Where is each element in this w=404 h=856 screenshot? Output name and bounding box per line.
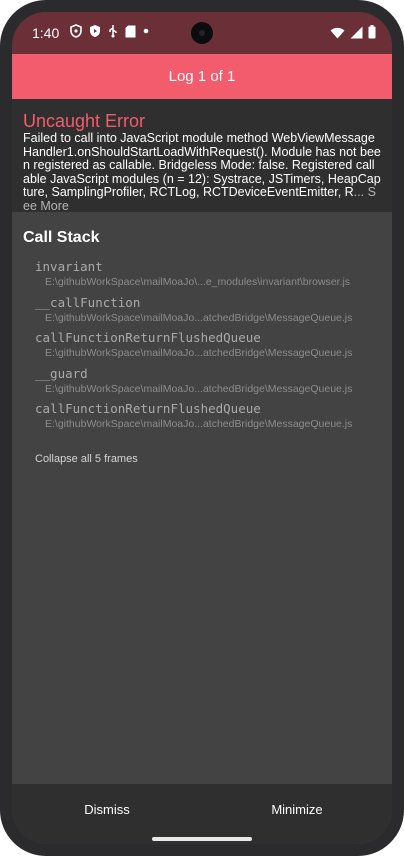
error-title: Uncaught Error <box>23 111 146 131</box>
frame-function-name: invariant <box>35 259 103 274</box>
error-message-text: Failed to call into JavaScript module me… <box>23 131 381 199</box>
sd-card-icon <box>125 25 136 38</box>
frame-file-path: E:\githubWorkSpace\mailMoaJo...atchedBri… <box>45 347 353 359</box>
status-icons-right <box>330 25 376 44</box>
shield-play-icon <box>89 24 101 38</box>
error-section: Uncaught Error Failed to call into JavaS… <box>12 99 392 212</box>
log-header: Log 1 of 1 <box>12 54 392 99</box>
screen: 1:40 Log 1 of 1 Uncaught Error Failed to… <box>12 12 392 844</box>
dismiss-button[interactable]: Dismiss <box>12 802 202 817</box>
device-frame: 1:40 Log 1 of 1 Uncaught Error Failed to… <box>0 0 404 856</box>
status-icons-left <box>70 24 149 38</box>
error-ellipsis: ... <box>353 185 365 199</box>
vpn-shield-icon <box>70 24 82 38</box>
error-message[interactable]: Failed to call into JavaScript module me… <box>23 131 381 212</box>
dot-icon <box>143 28 149 34</box>
status-bar: 1:40 <box>12 12 392 54</box>
call-stack-section: Call Stack invariant E:\githubWorkSpace\… <box>12 212 392 784</box>
minimize-button[interactable]: Minimize <box>202 802 392 817</box>
frame-function-name: callFunctionReturnFlushedQueue <box>35 330 261 345</box>
status-time: 1:40 <box>32 25 60 41</box>
battery-icon <box>368 25 376 44</box>
stack-frame[interactable]: __guard E:\githubWorkSpace\mailMoaJo...a… <box>35 366 380 402</box>
frame-file-path: E:\githubWorkSpace\mailMoaJo...atchedBri… <box>45 382 353 395</box>
stack-frame[interactable]: __callFunction E:\githubWorkSpace\mailMo… <box>35 295 380 331</box>
cellular-signal-icon <box>350 26 363 44</box>
collapse-frames-button[interactable]: Collapse all 5 frames <box>35 453 138 465</box>
stack-frame[interactable]: callFunctionReturnFlushedQueue E:\github… <box>35 330 380 366</box>
call-stack-title: Call Stack <box>23 229 100 246</box>
frame-file-path: E:\githubWorkSpace\mailMoaJo...atchedBri… <box>45 311 353 324</box>
log-header-title: Log 1 of 1 <box>168 68 236 85</box>
wifi-icon <box>330 26 345 44</box>
usb-debug-icon <box>108 24 118 38</box>
frame-function-name: __callFunction <box>35 294 141 310</box>
frame-file-path: E:\githubWorkSpace\mailMoaJo...atchedBri… <box>45 418 353 430</box>
front-camera <box>191 22 213 44</box>
stack-frame[interactable]: callFunctionReturnFlushedQueue E:\github… <box>35 401 380 437</box>
frame-file-path: E:\githubWorkSpace\mailMoaJo\...e_module… <box>45 276 351 288</box>
footer-bar: Dismiss Minimize <box>12 784 392 844</box>
frame-function-name: callFunctionReturnFlushedQueue <box>35 401 261 416</box>
frame-function-name: __guard <box>35 365 88 381</box>
gesture-nav-handle[interactable] <box>152 837 252 841</box>
call-stack-frames: invariant E:\githubWorkSpace\mailMoaJo\.… <box>35 259 380 437</box>
stack-frame[interactable]: invariant E:\githubWorkSpace\mailMoaJo\.… <box>35 259 380 295</box>
